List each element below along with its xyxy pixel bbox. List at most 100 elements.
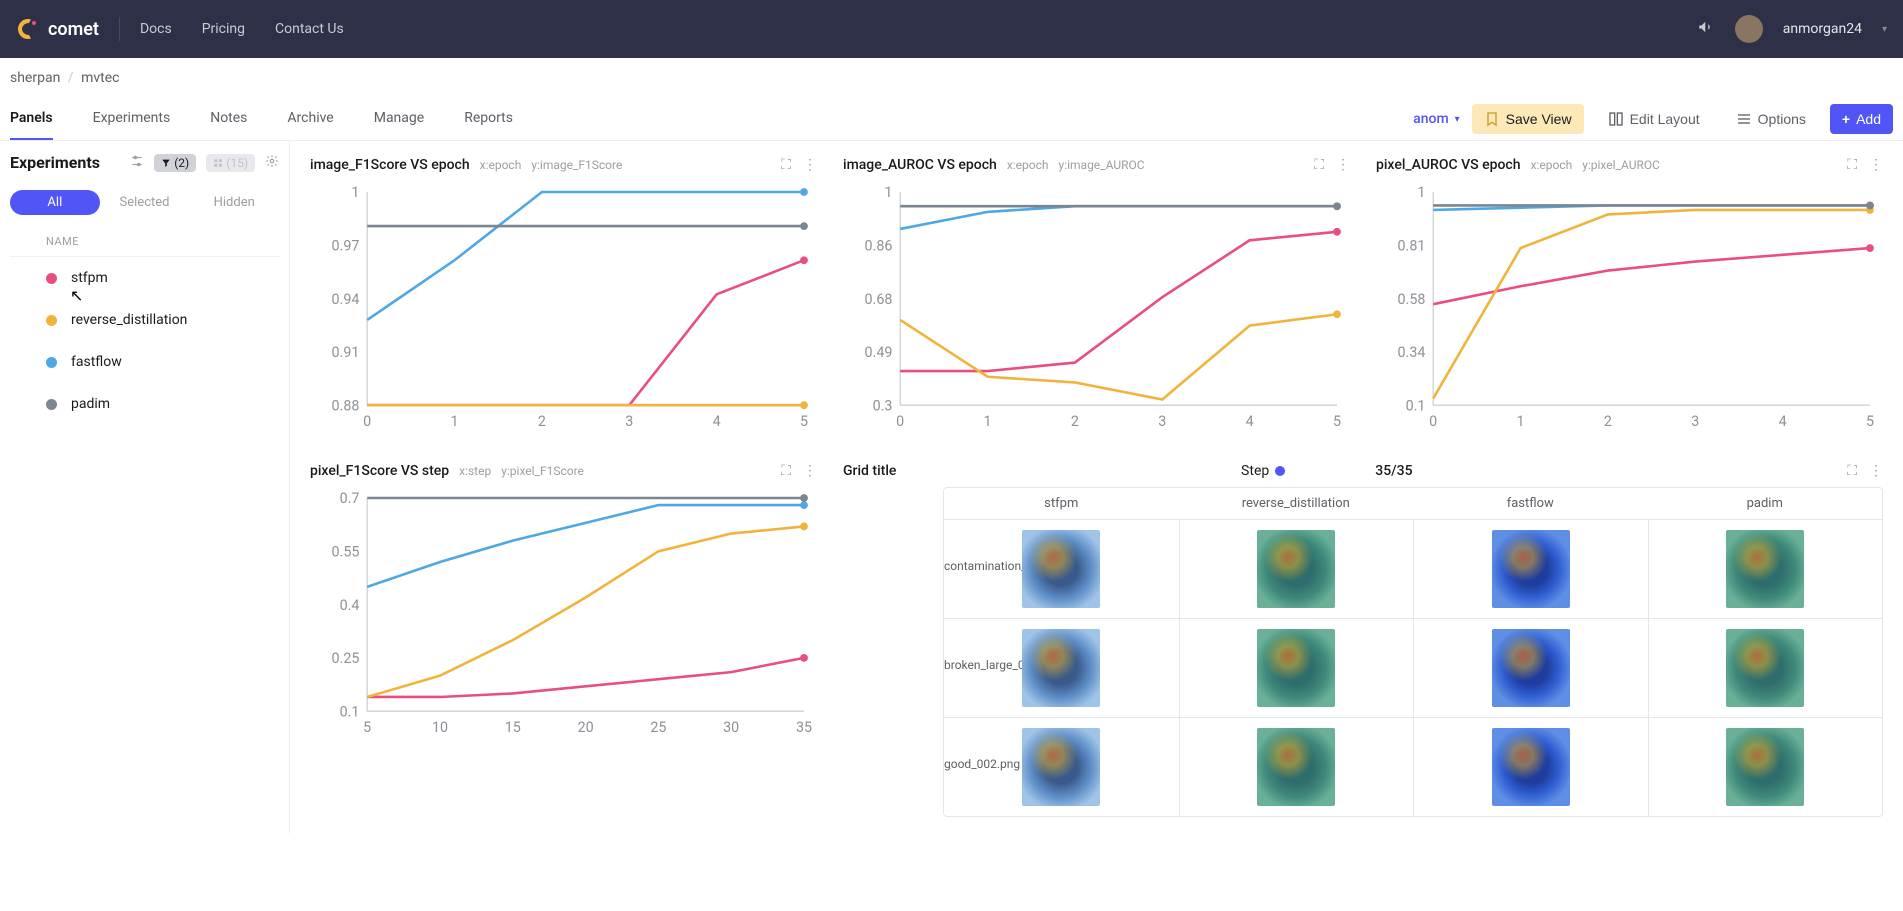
svg-text:0.34: 0.34 — [1398, 345, 1426, 361]
image-cell[interactable] — [1413, 520, 1648, 618]
tab-panels[interactable]: Panels — [10, 98, 53, 140]
tabs-row: Panels Experiments Notes Archive Manage … — [0, 98, 1903, 141]
nav-docs[interactable]: Docs — [140, 21, 172, 37]
image-cell[interactable] — [1413, 619, 1648, 717]
panel-header: pixel_AUROC VS epoch x:epoch y:pixel_AUR… — [1376, 157, 1883, 173]
expand-icon[interactable]: ⛶ — [1314, 157, 1324, 173]
user-avatar[interactable] — [1735, 15, 1763, 43]
layout-icon — [1608, 111, 1624, 127]
panel-ylabel: y:pixel_AUROC — [1582, 158, 1660, 172]
megaphone-icon[interactable] — [1697, 18, 1715, 41]
filter-chip[interactable]: (2) — [154, 154, 196, 172]
svg-text:0.3: 0.3 — [873, 398, 893, 414]
chevron-down-icon: ▾ — [1455, 114, 1460, 125]
image-thumbnail — [1257, 530, 1335, 608]
more-icon[interactable]: ⋮ — [1336, 157, 1350, 173]
sliders-icon[interactable] — [130, 154, 144, 172]
panel-title: image_AUROC VS epoch — [843, 157, 997, 173]
pill-selected[interactable]: Selected — [100, 190, 190, 215]
panel-header: pixel_F1Score VS step x:step y:pixel_F1S… — [310, 463, 817, 479]
more-icon[interactable]: ⋮ — [803, 157, 817, 173]
add-button[interactable]: + Add — [1830, 104, 1893, 134]
panel-title: pixel_F1Score VS step — [310, 463, 449, 479]
chart-panel: image_F1Score VS epoch x:epoch y:image_F… — [310, 157, 817, 443]
plus-icon: + — [1842, 111, 1850, 127]
color-dot-icon — [46, 399, 57, 410]
more-icon[interactable]: ⋮ — [1869, 463, 1883, 479]
svg-text:3: 3 — [1691, 414, 1699, 430]
svg-text:3: 3 — [625, 414, 633, 430]
view-selector[interactable]: anom ▾ — [1413, 111, 1460, 127]
svg-text:0.97: 0.97 — [332, 239, 360, 255]
image-thumbnail — [1726, 530, 1804, 608]
gear-icon[interactable] — [265, 154, 279, 172]
experiment-row[interactable]: fastflow — [10, 341, 279, 383]
svg-text:2: 2 — [1071, 414, 1079, 430]
nav-contact[interactable]: Contact Us — [275, 21, 344, 37]
step-label: Step — [1241, 463, 1285, 479]
chart-svg: 0.880.910.940.971012345 — [310, 179, 817, 439]
image-grid-row — [944, 519, 1882, 618]
tab-archive[interactable]: Archive — [287, 98, 333, 140]
expand-icon[interactable]: ⛶ — [781, 463, 791, 479]
svg-text:4: 4 — [1779, 414, 1787, 430]
image-cell[interactable] — [1179, 619, 1414, 717]
image-cell[interactable] — [1413, 718, 1648, 816]
brand-text: comet — [48, 19, 99, 40]
panel-ylabel: y:pixel_F1Score — [501, 464, 584, 478]
breadcrumb-workspace[interactable]: sherpan — [10, 70, 60, 86]
experiment-row[interactable]: stfpm — [10, 257, 279, 299]
chevron-down-icon[interactable]: ▾ — [1882, 24, 1887, 35]
grid-col-header: reverse_distillation — [1179, 496, 1414, 511]
more-icon[interactable]: ⋮ — [803, 463, 817, 479]
svg-text:0.58: 0.58 — [1398, 292, 1426, 308]
svg-text:1: 1 — [1517, 414, 1525, 430]
svg-text:0.94: 0.94 — [332, 292, 360, 308]
svg-text:5: 5 — [363, 720, 371, 736]
breadcrumb-project[interactable]: mvtec — [81, 70, 119, 86]
experiment-row[interactable]: padim — [10, 383, 279, 425]
image-cell[interactable] — [1648, 718, 1883, 816]
edit-layout-button[interactable]: Edit Layout — [1596, 104, 1712, 134]
svg-text:1: 1 — [984, 414, 992, 430]
expand-icon[interactable]: ⛶ — [781, 157, 791, 173]
image-cell[interactable] — [1179, 520, 1414, 618]
more-icon[interactable]: ⋮ — [1869, 157, 1883, 173]
tab-reports[interactable]: Reports — [464, 98, 513, 140]
svg-text:0.7: 0.7 — [340, 491, 360, 507]
options-button[interactable]: Options — [1724, 104, 1818, 134]
nav-pricing[interactable]: Pricing — [202, 21, 245, 37]
image-thumbnail — [1257, 728, 1335, 806]
username[interactable]: anmorgan24 — [1783, 21, 1862, 37]
panel-header: Grid title Step 35/35 ⛶ ⋮ — [843, 463, 1883, 479]
expand-icon[interactable]: ⛶ — [1847, 463, 1857, 479]
grid-chip[interactable]: (15) — [206, 154, 255, 172]
tab-notes[interactable]: Notes — [210, 98, 247, 140]
experiment-row[interactable]: reverse_distillation — [10, 299, 279, 341]
save-view-button[interactable]: Save View — [1472, 104, 1584, 134]
svg-text:35: 35 — [796, 720, 812, 736]
chart-svg: 0.30.490.680.861012345 — [843, 179, 1350, 439]
pill-all[interactable]: All — [10, 190, 100, 215]
svg-text:25: 25 — [650, 720, 666, 736]
svg-text:0.86: 0.86 — [865, 239, 893, 255]
experiments-sidebar: Experiments (2) (15) All Selected Hidden… — [0, 141, 290, 833]
top-header: comet Docs Pricing Contact Us anmorgan24… — [0, 0, 1903, 58]
image-cell[interactable] — [1648, 619, 1883, 717]
pill-hidden[interactable]: Hidden — [189, 190, 279, 215]
panel-title: image_F1Score VS epoch — [310, 157, 470, 173]
svg-text:1: 1 — [1417, 185, 1425, 201]
tab-experiments[interactable]: Experiments — [93, 98, 171, 140]
panel-xlabel: x:epoch — [1530, 158, 1572, 172]
expand-icon[interactable]: ⛶ — [1847, 157, 1857, 173]
svg-text:5: 5 — [1866, 414, 1874, 430]
image-cell[interactable] — [1179, 718, 1414, 816]
image-thumbnail — [1257, 629, 1335, 707]
image-thumbnail — [1022, 629, 1100, 707]
brand-logo[interactable]: comet — [16, 17, 120, 41]
color-dot-icon — [46, 315, 57, 326]
image-cell[interactable] — [1648, 520, 1883, 618]
svg-text:2: 2 — [538, 414, 546, 430]
image-thumbnail — [1492, 728, 1570, 806]
tab-manage[interactable]: Manage — [374, 98, 424, 140]
